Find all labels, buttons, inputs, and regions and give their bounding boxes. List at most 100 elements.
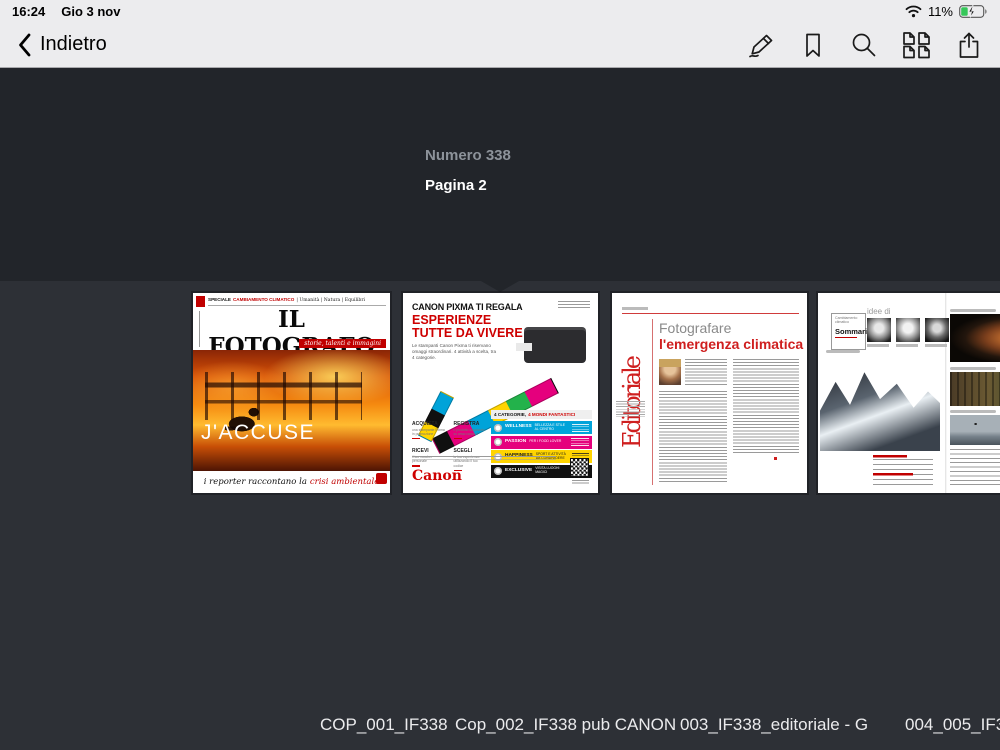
wellness-icon <box>494 423 502 432</box>
cover-speciale: SPECIALE <box>208 297 231 302</box>
sommario-box: Cambiamento climatico Sommario <box>831 313 872 350</box>
end-mark <box>774 457 777 460</box>
issue-label: Numero 338 <box>425 147 511 164</box>
wifi-icon <box>905 5 922 17</box>
toolbar-actions <box>746 31 982 59</box>
page-number-label: Pagina 2 <box>425 177 487 194</box>
page-info-panel <box>0 68 1000 281</box>
editorial-red-rule <box>652 319 653 485</box>
tier-wellness: WELLNESS BELLEZZA E STILE AL CENTRO <box>491 421 592 434</box>
photo-caption-placeholder <box>950 367 996 370</box>
filmstrip-label-summary[interactable]: 004_005_IF338 <box>905 715 1000 735</box>
margin-caption-placeholder <box>616 401 645 417</box>
step-desc: una stampante Pixma in promozione <box>412 427 445 436</box>
categories-header: 4 CATEGORIE, 4 MONDI FANTASTICI <box>491 410 592 419</box>
battery-charging-icon <box>959 4 987 18</box>
thumbnail-editorial-page[interactable]: Editoriale Fotografare l'emergenza clima… <box>612 293 807 493</box>
tier-name: PASSION <box>505 438 527 444</box>
canon-kicker: CANON PIXMA TI REGALA <box>412 302 523 312</box>
status-time: 16:24 <box>12 3 46 19</box>
filmstrip-label-editorial[interactable]: 003_IF338_editoriale - G <box>680 715 868 735</box>
editorial-title-gray: Fotografare <box>659 320 732 336</box>
cover-subhead-black: i reporter raccontano la <box>203 476 307 487</box>
tier-details-placeholder <box>571 423 589 432</box>
tier-passion: PASSION PER I FOOD LOVER <box>491 435 592 449</box>
qr-caption-placeholder <box>572 480 589 485</box>
body-text-placeholder <box>659 391 727 483</box>
tier-desc: PER I FOOD LOVER <box>529 439 562 444</box>
mountain-photo <box>820 355 940 451</box>
status-right: 11% <box>905 4 988 19</box>
status-left: 16:24 Gio 3 nov <box>12 4 120 19</box>
toc-list-placeholder <box>950 449 1000 487</box>
annotate-button[interactable] <box>746 31 776 59</box>
filmstrip-label-cover[interactable]: COP_001_IF338 <box>320 715 448 735</box>
thumbnails-grid-button[interactable] <box>902 31 931 59</box>
status-date: Gio 3 nov <box>61 3 121 19</box>
toc-photo-cave <box>950 309 1000 362</box>
share-button[interactable] <box>956 31 982 59</box>
step-title: REGISTRA <box>453 421 480 427</box>
toc-list-placeholder <box>873 455 933 487</box>
status-bar: 16:24 Gio 3 nov 11% <box>0 0 1000 22</box>
bookmark-icon <box>806 33 820 57</box>
share-icon <box>959 32 979 58</box>
back-label: Indietro <box>40 33 107 55</box>
step-registra: REGISTRA il prodotto acquistato su www.c… <box>453 421 489 440</box>
sommario-kicker: Cambiamento climatico <box>835 316 858 325</box>
categories-header-red: 4 MONDI FANTASTICI <box>528 412 576 417</box>
categories-header-black: 4 CATEGORIE, <box>494 412 527 417</box>
bookmark-button[interactable] <box>801 31 825 59</box>
step-title: RICEVI <box>412 448 429 455</box>
contributor-portrait <box>925 318 949 347</box>
back-button[interactable]: Indietro <box>18 33 107 57</box>
promo-validity-text-placeholder <box>558 301 590 309</box>
toc-photo-forest <box>950 367 1000 406</box>
step-rule <box>412 437 420 440</box>
photo-caption-placeholder <box>950 410 996 413</box>
battery-percent: 11% <box>927 3 953 19</box>
photo-caption-placeholder <box>950 309 996 312</box>
cover-subhead: i reporter raccontano la crisi ambiental… <box>193 473 390 490</box>
thumbnail-summary-spread[interactable]: Cambiamento climatico Sommario idee di <box>818 293 1000 493</box>
filmstrip-label-canon[interactable]: Cop_002_IF338 pub CANON <box>455 715 676 735</box>
body-text-placeholder <box>685 359 727 387</box>
toc-photo-birds <box>950 410 1000 445</box>
cover-theme: CAMBIAMENTO CLIMATICO <box>232 297 295 302</box>
editorial-top-rule <box>622 313 799 314</box>
photo-caption-placeholder <box>826 350 860 353</box>
annotate-pen-icon <box>749 34 773 57</box>
publisher-logo <box>376 473 387 484</box>
editorial-title-red: l'emergenza climatica <box>659 336 804 352</box>
tier-desc: VISITA LUOGHI MAGICI <box>535 466 560 474</box>
photo-image <box>950 372 1000 406</box>
step-rule <box>453 437 462 440</box>
photo-image <box>950 415 1000 445</box>
cover-tags: | Umanità | Natura | Equilibri <box>296 298 366 303</box>
passion-icon <box>494 438 502 446</box>
exclusive-icon <box>494 467 502 475</box>
navigation-bar: Indietro <box>0 22 1000 68</box>
step-title: SCEGLI <box>453 448 473 455</box>
printer-image <box>516 327 586 363</box>
step-acquista: ACQUISTA una stampante Pixma in promozio… <box>412 421 447 440</box>
tier-name: EXCLUSIVE <box>505 467 533 473</box>
tier-name: WELLNESS <box>505 424 532 430</box>
pages-grid-icon <box>903 31 930 58</box>
running-head-placeholder <box>622 307 648 310</box>
search-icon <box>852 33 876 56</box>
info-panel-arrow <box>481 281 519 292</box>
idee-di-label: idee di <box>867 307 891 316</box>
tier-details-placeholder <box>571 438 589 446</box>
qr-code <box>570 458 589 477</box>
tier-desc: BELLEZZA E STILE AL CENTRO <box>534 422 565 431</box>
thumbnail-canon-ad-page[interactable]: CANON PIXMA TI REGALA ESPERIENZE TUTTE D… <box>403 293 598 493</box>
step-rule <box>412 465 420 467</box>
search-button[interactable] <box>850 31 877 59</box>
editor-portrait <box>659 359 681 385</box>
chevron-left-icon <box>19 33 31 56</box>
thumbnail-cover-page[interactable]: SPECIALE CAMBIAMENTO CLIMATICO | Umanità… <box>193 293 390 493</box>
canon-body-text: Le stampanti Canon Pixma ti riservano om… <box>412 343 497 361</box>
canon-logo: Canon <box>412 468 462 484</box>
cover-top-strip: SPECIALE CAMBIAMENTO CLIMATICO | Umanità… <box>208 297 386 306</box>
